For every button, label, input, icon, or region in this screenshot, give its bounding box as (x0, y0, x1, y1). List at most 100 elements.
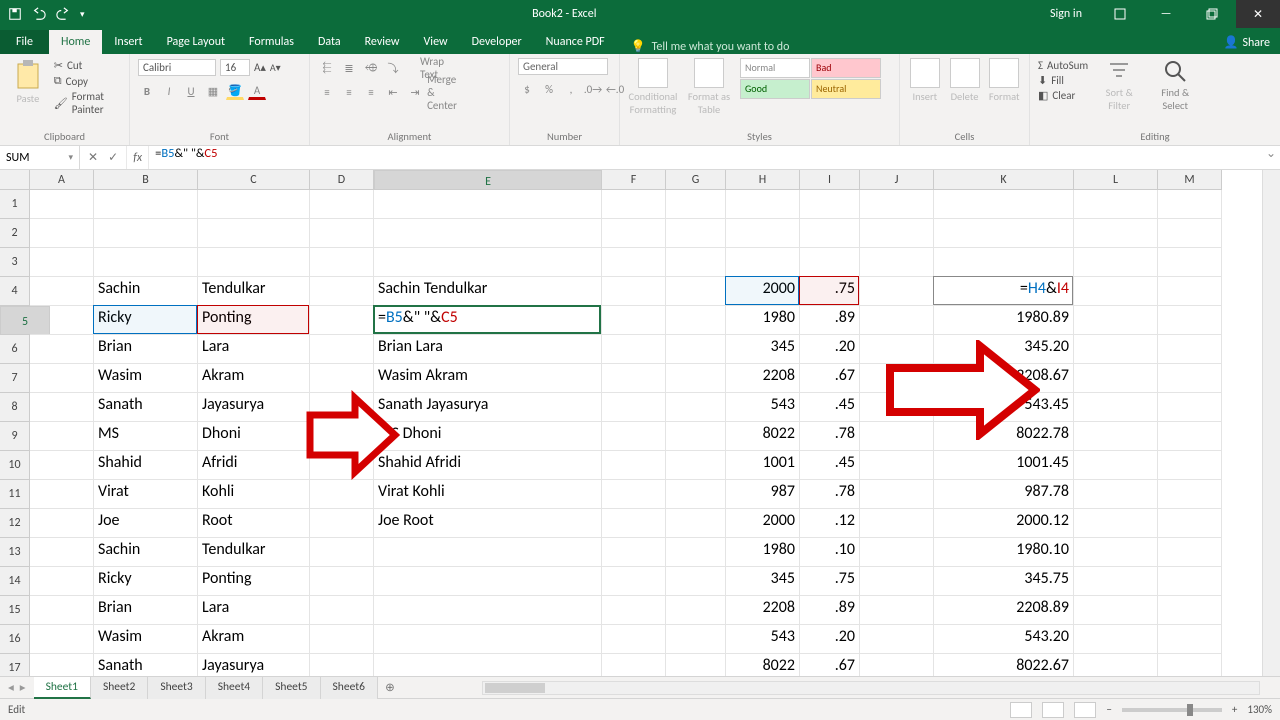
column-header-G[interactable]: G (666, 170, 726, 190)
cell-L10[interactable] (1074, 451, 1158, 480)
cell-I8[interactable]: .45 (800, 393, 860, 422)
share-button[interactable]: 👤 Share (1213, 31, 1280, 54)
find-select-button[interactable]: Find & Select (1150, 58, 1200, 112)
cell-E7[interactable]: Wasim Akram (374, 364, 602, 393)
cell-H6[interactable]: 345 (726, 335, 800, 364)
cell-M3[interactable] (1158, 248, 1222, 277)
row-header-11[interactable]: 11 (0, 480, 30, 509)
cell-A5[interactable] (30, 306, 94, 335)
cell-K17[interactable]: 8022.67 (934, 654, 1074, 676)
cancel-formula-icon[interactable]: ✕ (88, 150, 98, 165)
cell-J16[interactable] (860, 625, 934, 654)
cell-B16[interactable]: Wasim (94, 625, 198, 654)
cell-B7[interactable]: Wasim (94, 364, 198, 393)
cell-I6[interactable]: .20 (800, 335, 860, 364)
row-header-7[interactable]: 7 (0, 364, 30, 393)
cell-G1[interactable] (666, 190, 726, 219)
number-format-select[interactable]: General (518, 58, 608, 75)
tab-view[interactable]: View (412, 30, 460, 54)
cell-I3[interactable] (800, 248, 860, 277)
ribbon-options-icon[interactable] (1098, 0, 1142, 28)
cell-C3[interactable] (198, 248, 310, 277)
cell-L5[interactable] (1074, 306, 1158, 335)
row-header-13[interactable]: 13 (0, 538, 30, 567)
cell-H5[interactable]: 1980 (726, 306, 800, 335)
cell-G2[interactable] (666, 219, 726, 248)
cell-M1[interactable] (1158, 190, 1222, 219)
cell-G12[interactable] (666, 509, 726, 538)
style-neutral[interactable]: Neutral (811, 79, 881, 99)
cell-K8[interactable]: 543.45 (934, 393, 1074, 422)
cell-D13[interactable] (310, 538, 374, 567)
bold-button[interactable]: B (138, 82, 156, 100)
view-page-break-icon[interactable] (1074, 702, 1096, 718)
cell-B9[interactable]: MS (94, 422, 198, 451)
tab-file[interactable]: File (0, 30, 49, 54)
restore-icon[interactable] (1190, 0, 1234, 28)
zoom-in-icon[interactable]: + (1232, 703, 1237, 716)
cell-L13[interactable] (1074, 538, 1158, 567)
cell-F14[interactable] (602, 567, 666, 596)
cell-L9[interactable] (1074, 422, 1158, 451)
cell-D11[interactable] (310, 480, 374, 509)
align-center-icon[interactable]: ≡ (340, 83, 358, 101)
cell-L17[interactable] (1074, 654, 1158, 676)
cell-E10[interactable]: Shahid Afridi (374, 451, 602, 480)
cell-E1[interactable] (374, 190, 602, 219)
undo-icon[interactable] (32, 7, 46, 21)
cell-C13[interactable]: Tendulkar (198, 538, 310, 567)
border-button[interactable]: ▦ (204, 82, 222, 100)
cell-A10[interactable] (30, 451, 94, 480)
cell-J15[interactable] (860, 596, 934, 625)
cell-A15[interactable] (30, 596, 94, 625)
tab-home[interactable]: Home (49, 30, 102, 54)
sheet-tab-sheet4[interactable]: Sheet4 (206, 677, 263, 699)
cell-F4[interactable] (602, 277, 666, 306)
cell-M4[interactable] (1158, 277, 1222, 306)
cell-M12[interactable] (1158, 509, 1222, 538)
cell-H10[interactable]: 1001 (726, 451, 800, 480)
worksheet-grid[interactable]: ABCDEFGHIJKLM 1234567891011121314151617 … (0, 170, 1280, 676)
cut-button[interactable]: ✂Cut (54, 58, 121, 73)
cell-L14[interactable] (1074, 567, 1158, 596)
cell-D6[interactable] (310, 335, 374, 364)
align-left-icon[interactable]: ≡ (318, 83, 336, 101)
cell-H3[interactable] (726, 248, 800, 277)
row-header-8[interactable]: 8 (0, 393, 30, 422)
cell-L15[interactable] (1074, 596, 1158, 625)
cell-D9[interactable] (310, 422, 374, 451)
cell-E4[interactable]: Sachin Tendulkar (374, 277, 602, 306)
cell-I16[interactable]: .20 (800, 625, 860, 654)
cell-K11[interactable]: 987.78 (934, 480, 1074, 509)
increase-font-icon[interactable]: A▴ (254, 61, 266, 74)
cell-M11[interactable] (1158, 480, 1222, 509)
cell-I15[interactable]: .89 (800, 596, 860, 625)
cell-G3[interactable] (666, 248, 726, 277)
cell-H4[interactable]: 2000 (726, 277, 800, 306)
cell-F15[interactable] (602, 596, 666, 625)
sheet-nav-prev-icon[interactable]: ◂ (8, 680, 14, 695)
view-page-layout-icon[interactable] (1042, 702, 1064, 718)
cell-F2[interactable] (602, 219, 666, 248)
column-header-H[interactable]: H (726, 170, 800, 190)
zoom-slider[interactable] (1122, 708, 1222, 712)
comma-icon[interactable]: , (562, 80, 580, 98)
cell-D12[interactable] (310, 509, 374, 538)
cell-A6[interactable] (30, 335, 94, 364)
column-header-L[interactable]: L (1074, 170, 1158, 190)
italic-button[interactable]: I (160, 82, 178, 100)
cell-A13[interactable] (30, 538, 94, 567)
cell-D17[interactable] (310, 654, 374, 676)
cell-A16[interactable] (30, 625, 94, 654)
row-header-2[interactable]: 2 (0, 219, 30, 248)
cell-L11[interactable] (1074, 480, 1158, 509)
tab-formulas[interactable]: Formulas (237, 30, 306, 54)
cell-K7[interactable]: 2208.67 (934, 364, 1074, 393)
row-header-3[interactable]: 3 (0, 248, 30, 277)
cell-F7[interactable] (602, 364, 666, 393)
cell-E2[interactable] (374, 219, 602, 248)
tab-nuance[interactable]: Nuance PDF (534, 30, 617, 54)
cell-E16[interactable] (374, 625, 602, 654)
cell-G5[interactable] (666, 306, 726, 335)
cell-J12[interactable] (860, 509, 934, 538)
